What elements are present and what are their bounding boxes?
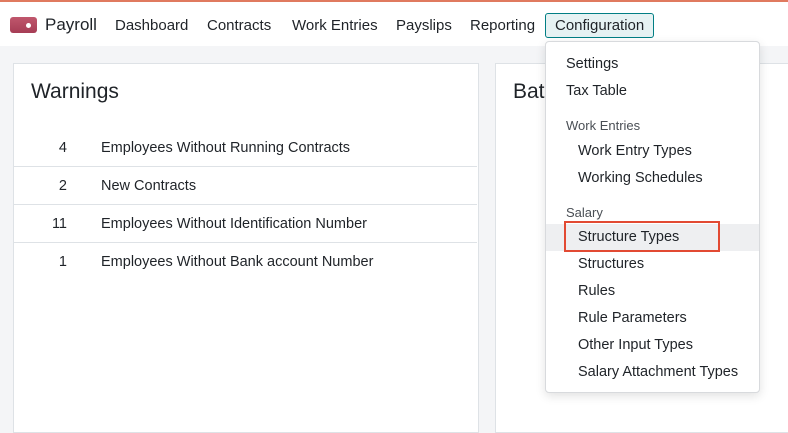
menu-item-structures[interactable]: Structures xyxy=(546,251,759,278)
warnings-title: Warnings xyxy=(31,80,119,103)
menu-section-work-entries: Work Entries xyxy=(566,118,641,133)
warning-label: Employees Without Identification Number xyxy=(101,216,367,232)
warning-count: 2 xyxy=(58,178,67,194)
nav-configuration[interactable]: Configuration xyxy=(545,13,655,38)
app-name: Payroll xyxy=(45,15,97,34)
nav-work-entries[interactable]: Work Entries xyxy=(283,13,387,38)
warning-row[interactable]: 4 Employees Without Running Contracts xyxy=(14,129,477,167)
warning-count: 11 xyxy=(51,216,67,232)
nav-dashboard[interactable]: Dashboard xyxy=(106,13,197,38)
warning-label: New Contracts xyxy=(101,178,197,194)
menu-item-tax-table[interactable]: Tax Table xyxy=(546,78,759,105)
app-brand[interactable]: Payroll xyxy=(10,15,97,35)
menu-section-salary: Salary xyxy=(566,205,603,220)
top-navbar: Payroll Dashboard Contracts Work Entries… xyxy=(0,0,788,46)
warning-row[interactable]: 11 Employees Without Identification Numb… xyxy=(14,205,477,243)
warnings-card: Warnings 4 Employees Without Running Con… xyxy=(13,63,479,433)
menu-item-salary-attachment-types[interactable]: Salary Attachment Types xyxy=(546,359,759,386)
menu-item-structure-types[interactable]: Structure Types xyxy=(546,224,759,251)
warning-row[interactable]: 1 Employees Without Bank account Number xyxy=(14,243,477,281)
menu-item-rules[interactable]: Rules xyxy=(546,278,759,305)
payroll-app-icon xyxy=(10,17,37,33)
nav-payslips[interactable]: Payslips xyxy=(387,13,461,38)
menu-item-work-entry-types[interactable]: Work Entry Types xyxy=(546,138,759,165)
warning-label: Employees Without Bank account Number xyxy=(101,254,374,270)
configuration-dropdown: Settings Tax Table Work Entries Work Ent… xyxy=(545,41,760,393)
menu-item-settings[interactable]: Settings xyxy=(546,51,759,78)
menu-item-rule-parameters[interactable]: Rule Parameters xyxy=(546,305,759,332)
warning-count: 4 xyxy=(58,140,67,156)
warning-row[interactable]: 2 New Contracts xyxy=(14,167,477,205)
nav-contracts[interactable]: Contracts xyxy=(198,13,280,38)
nav-reporting[interactable]: Reporting xyxy=(461,13,544,38)
warning-label: Employees Without Running Contracts xyxy=(101,140,351,156)
menu-item-other-input-types[interactable]: Other Input Types xyxy=(546,332,759,359)
menu-item-working-schedules[interactable]: Working Schedules xyxy=(546,165,759,192)
warning-count: 1 xyxy=(58,254,67,270)
